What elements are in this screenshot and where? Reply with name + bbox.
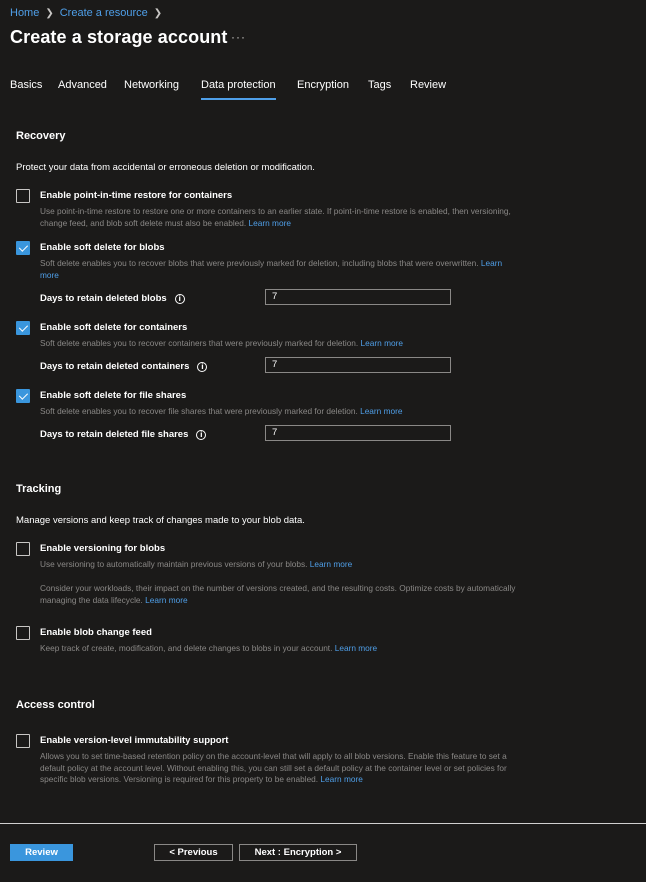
days-shares-input[interactable] (265, 425, 451, 441)
soft-delete-shares-checkbox[interactable] (16, 389, 30, 403)
previous-button[interactable]: < Previous (154, 844, 233, 861)
days-containers-input[interactable] (265, 357, 451, 373)
breadcrumb: Home ❯ Create a resource ❯ (10, 7, 168, 19)
tab-networking[interactable]: Networking (124, 79, 179, 91)
change-feed-help: Keep track of create, modification, and … (40, 643, 378, 653)
versioning-learn-more-link[interactable]: Learn more (310, 559, 352, 569)
change-feed-label: Enable blob change feed (40, 627, 152, 638)
footer-divider (0, 823, 646, 824)
soft-delete-blobs-help: Soft delete enables you to recover blobs… (40, 258, 503, 280)
pitr-learn-more-link[interactable]: Learn more (249, 218, 291, 228)
days-containers-label: Days to retain deleted containers i (40, 361, 208, 372)
info-icon[interactable]: i (174, 293, 185, 304)
recovery-description: Protect your data from accidental or err… (16, 162, 315, 173)
chevron-right-icon: ❯ (153, 7, 163, 19)
info-icon[interactable]: i (196, 429, 207, 440)
tab-basics[interactable]: Basics (10, 79, 42, 91)
immutability-label: Enable version-level immutability suppor… (40, 735, 229, 746)
days-blobs-input[interactable] (265, 289, 451, 305)
next-encryption-button[interactable]: Next : Encryption > (239, 844, 357, 861)
soft-delete-shares-help: Soft delete enables you to recover file … (40, 406, 403, 416)
recovery-heading: Recovery (16, 130, 66, 142)
soft-delete-containers-help: Soft delete enables you to recover conta… (40, 338, 403, 348)
more-options-icon[interactable]: ··· (231, 30, 246, 44)
days-blobs-label: Days to retain deleted blobs i (40, 293, 185, 304)
versioning-cost-learn-more-link[interactable]: Learn more (145, 595, 187, 605)
breadcrumb-home[interactable]: Home (10, 7, 39, 19)
tracking-description: Manage versions and keep track of change… (16, 515, 305, 526)
tab-data-protection[interactable]: Data protection (201, 79, 276, 100)
page-title: Create a storage account (10, 27, 228, 47)
versioning-cost-note: Consider your workloads, their impact on… (40, 583, 516, 605)
change-feed-checkbox[interactable] (16, 626, 30, 640)
immutability-help: Allows you to set time-based retention p… (40, 751, 507, 785)
versioning-help: Use versioning to automatically maintain… (40, 559, 353, 569)
pitr-help: Use point-in-time restore to restore one… (40, 206, 511, 228)
access-control-heading: Access control (16, 699, 95, 711)
change-feed-learn-more-link[interactable]: Learn more (335, 643, 377, 653)
soft-delete-containers-learn-more-link[interactable]: Learn more (361, 338, 403, 348)
review-button[interactable]: Review (10, 844, 73, 861)
info-icon[interactable]: i (197, 361, 208, 372)
tab-encryption[interactable]: Encryption (297, 79, 349, 91)
versioning-label: Enable versioning for blobs (40, 543, 166, 554)
days-shares-label: Days to retain deleted file shares i (40, 429, 207, 440)
soft-delete-shares-label: Enable soft delete for file shares (40, 390, 187, 401)
chevron-right-icon: ❯ (45, 7, 54, 19)
pitr-checkbox[interactable] (16, 189, 30, 203)
soft-delete-containers-checkbox[interactable] (16, 321, 30, 335)
tracking-heading: Tracking (16, 483, 62, 495)
soft-delete-blobs-checkbox[interactable] (16, 241, 30, 255)
immutability-checkbox[interactable] (16, 734, 30, 748)
soft-delete-blobs-label: Enable soft delete for blobs (40, 242, 165, 253)
pitr-label: Enable point-in-time restore for contain… (40, 190, 233, 201)
breadcrumb-create-resource[interactable]: Create a resource (60, 7, 148, 19)
soft-delete-containers-label: Enable soft delete for containers (40, 322, 188, 333)
immutability-learn-more-link[interactable]: Learn more (320, 774, 362, 784)
versioning-checkbox[interactable] (16, 542, 30, 556)
tab-review[interactable]: Review (410, 79, 446, 91)
soft-delete-shares-learn-more-link[interactable]: Learn more (360, 406, 402, 416)
tab-advanced[interactable]: Advanced (58, 79, 107, 91)
tab-tags[interactable]: Tags (368, 79, 391, 91)
